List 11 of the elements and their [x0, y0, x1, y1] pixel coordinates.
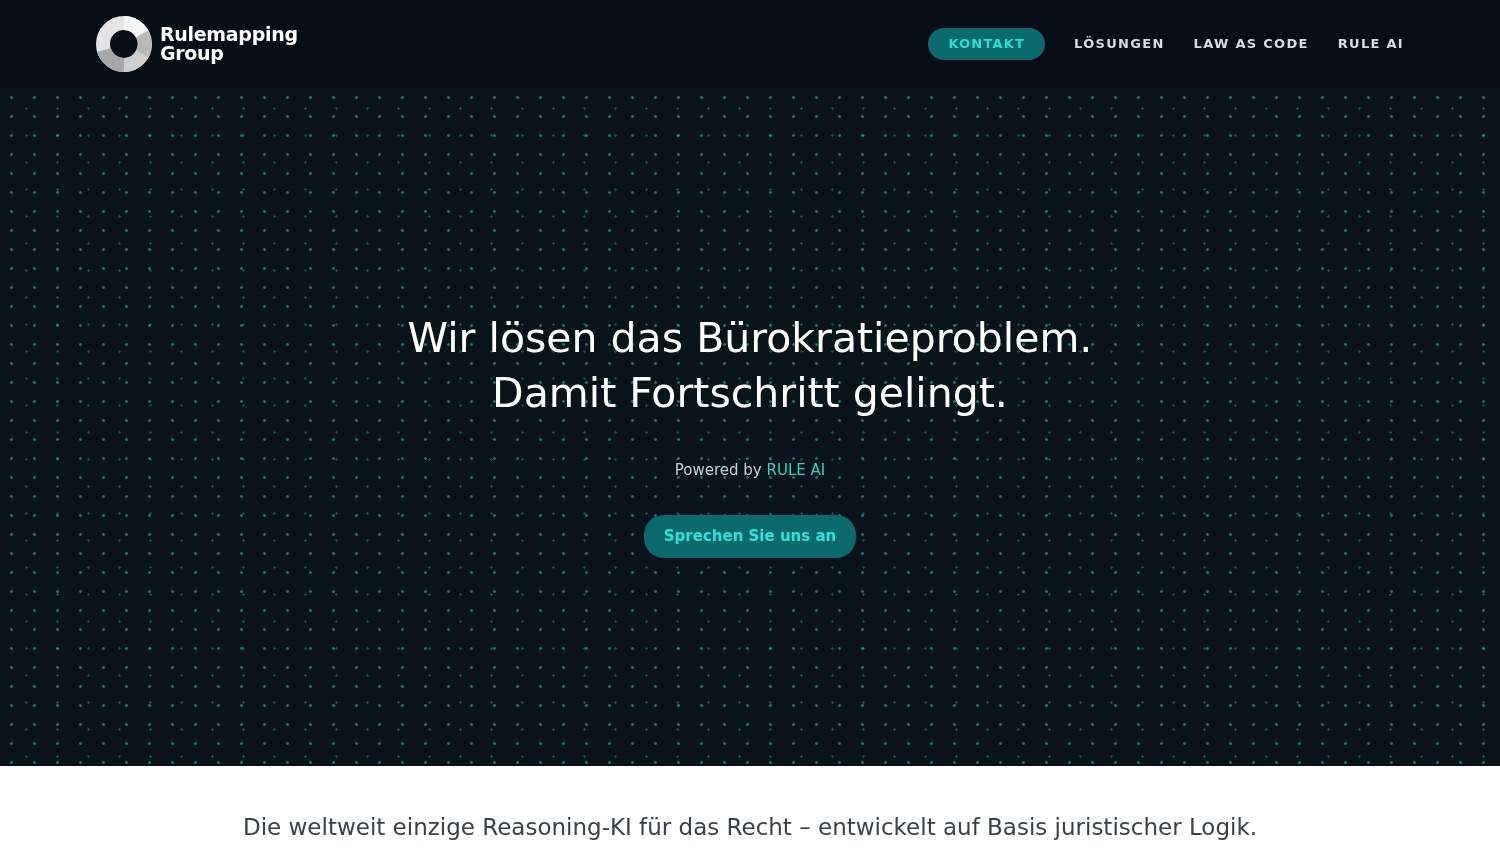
nav-link[interactable]: RULE AI — [1337, 34, 1404, 54]
rule-ai-link[interactable]: RULE AI — [766, 460, 826, 479]
contact-button[interactable]: Sprechen Sie uns an — [643, 515, 857, 558]
logo-text: Rulemapping Group — [160, 25, 298, 63]
powered-by-text: Powered by RULE AI — [674, 459, 826, 481]
contact-nav-button[interactable]: KONTAKT — [928, 28, 1046, 60]
headline: Wir lösen das Bürokratieproblem. Damit Fortschritt gelingt. — [407, 312, 1093, 419]
nav-link[interactable]: LAW AS CODE — [1193, 34, 1309, 54]
logo-icon — [96, 16, 152, 72]
nav-link[interactable]: LÖSUNGEN — [1074, 34, 1165, 54]
intro-text: Die weltweit einzige Reasoning-KI für das Recht – entwickelt auf Basis juristischer Logik. — [243, 813, 1257, 842]
